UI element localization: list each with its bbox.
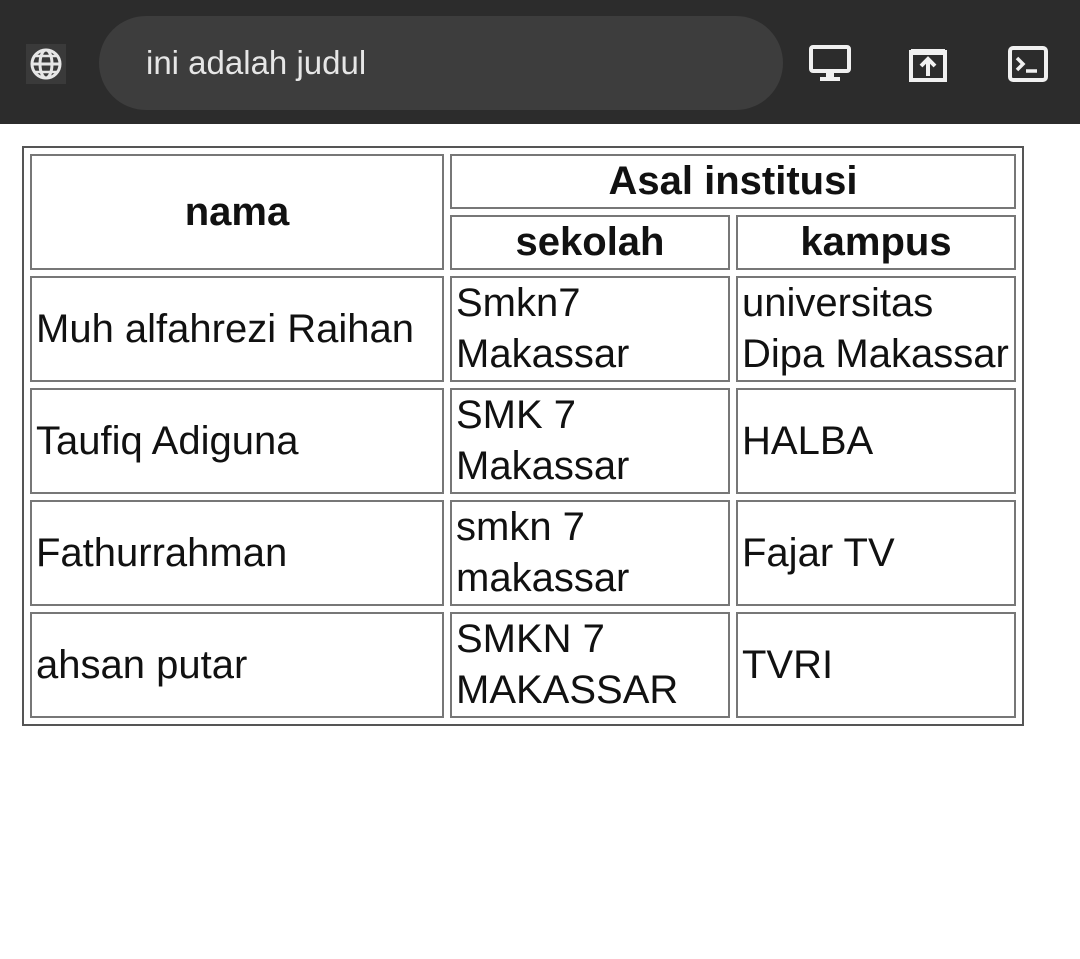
cell-sekolah: SMKN 7 MAKASSAR [450,612,730,718]
header-kampus: kampus [736,215,1016,270]
header-asal-institusi: Asal institusi [450,154,1016,209]
header-nama: nama [30,154,444,270]
cell-kampus: HALBA [736,388,1016,494]
page-title-bar[interactable]: ini adalah judul [99,16,783,110]
desktop-icon[interactable] [808,42,852,86]
cell-nama: Taufiq Adiguna [30,388,444,494]
cell-sekolah: SMK 7 Makassar [450,388,730,494]
table-row: Fathurrahman smkn 7 makassar Fajar TV [30,500,1016,606]
browser-toolbar: ini adalah judul [0,0,1080,124]
cell-nama: ahsan putar [30,612,444,718]
table-row: Taufiq Adiguna SMK 7 Makassar HALBA [30,388,1016,494]
open-external-icon[interactable] [906,42,950,86]
cell-sekolah: Smkn7 Makassar [450,276,730,382]
cell-kampus: TVRI [736,612,1016,718]
terminal-icon[interactable] [1006,42,1050,86]
page-content: nama Asal institusi sekolah kampus Muh a… [22,146,1024,726]
cell-kampus: Fajar TV [736,500,1016,606]
table-row: ahsan putar SMKN 7 MAKASSAR TVRI [30,612,1016,718]
table-row: Muh alfahrezi Raihan Smkn7 Makassar univ… [30,276,1016,382]
cell-nama: Fathurrahman [30,500,444,606]
header-sekolah: sekolah [450,215,730,270]
globe-icon[interactable] [26,44,66,84]
cell-sekolah: smkn 7 makassar [450,500,730,606]
page-title: ini adalah judul [146,44,367,81]
cell-nama: Muh alfahrezi Raihan [30,276,444,382]
cell-kampus: universitas Dipa Makassar [736,276,1016,382]
institution-table: nama Asal institusi sekolah kampus Muh a… [22,146,1024,726]
